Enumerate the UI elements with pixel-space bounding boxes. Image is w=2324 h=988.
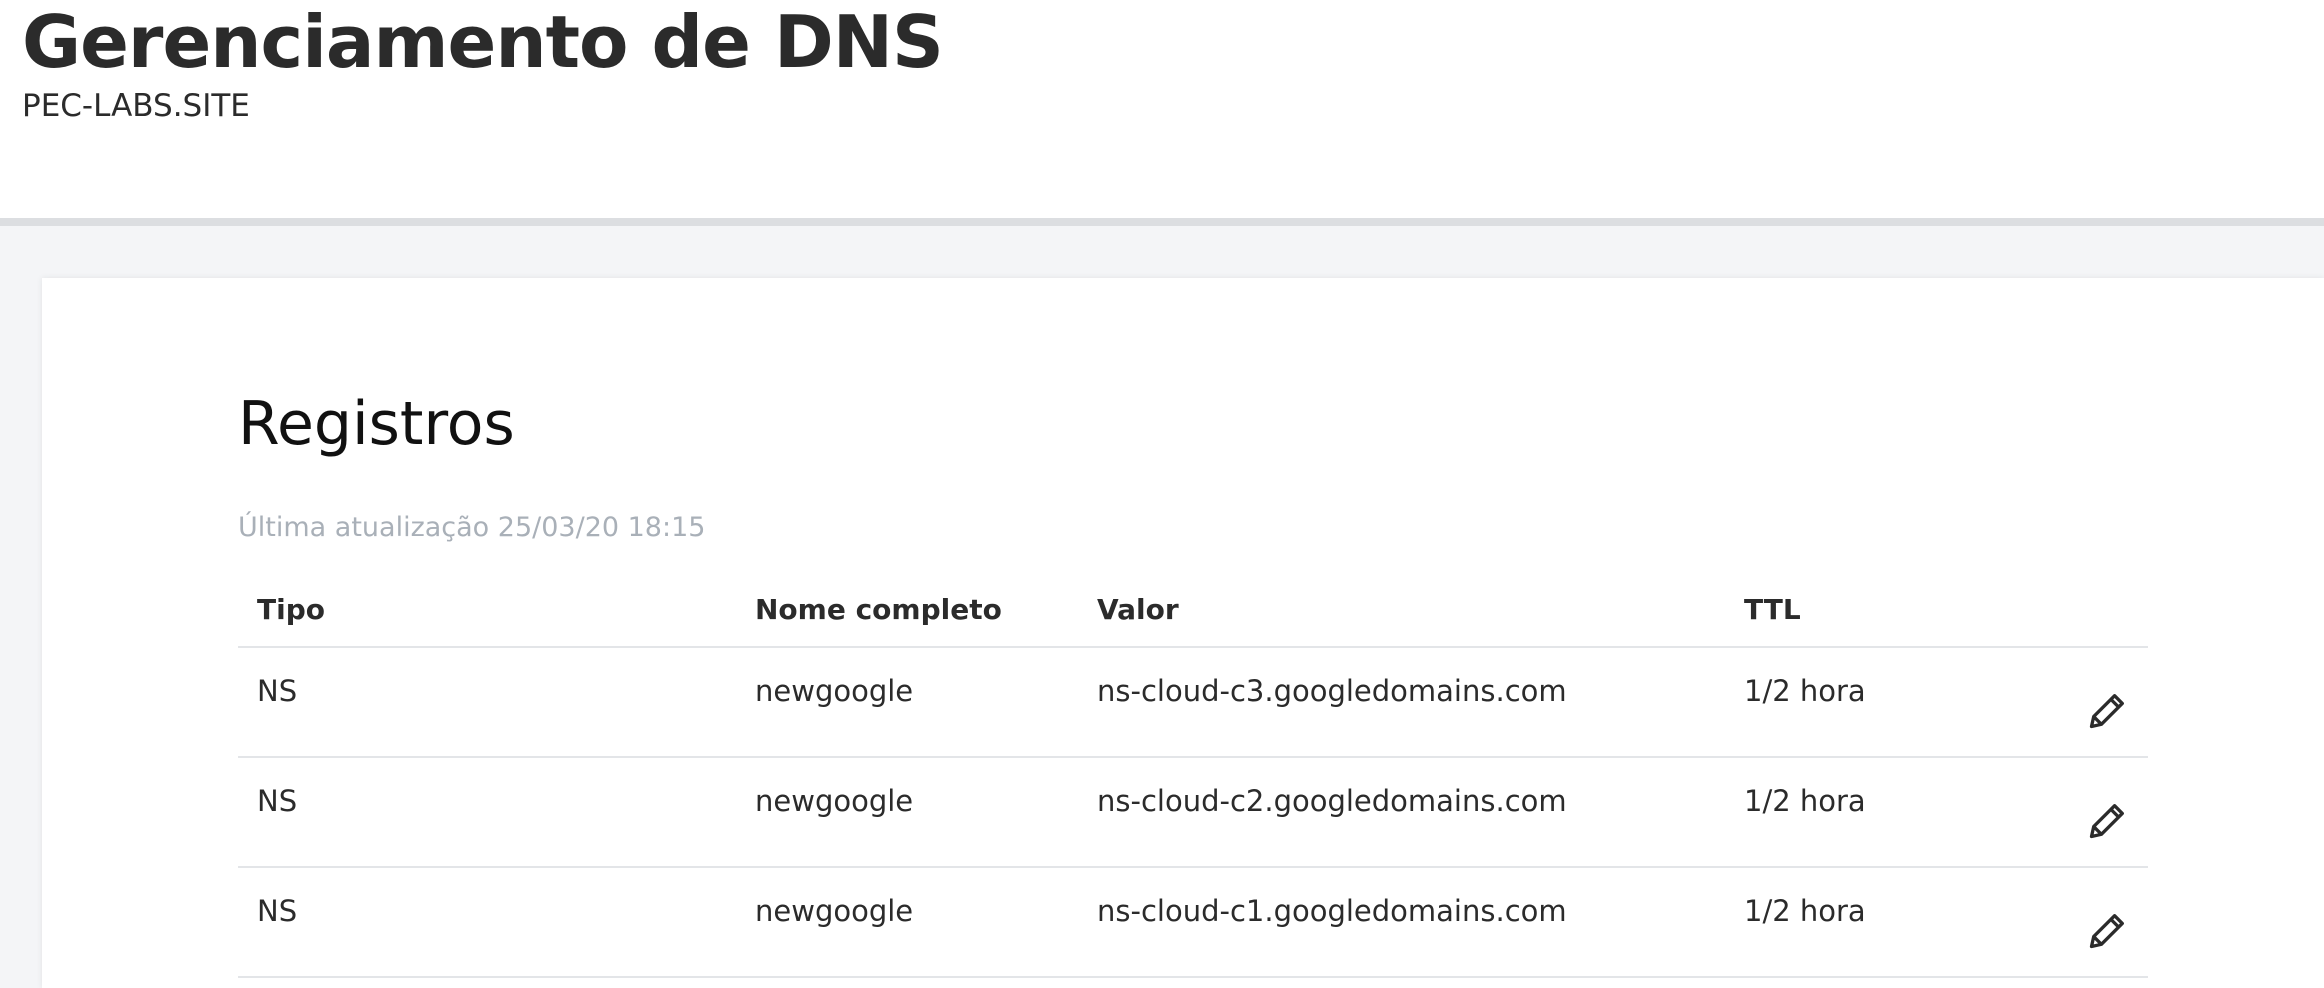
domain-name: PEC-LABS.SITE (22, 88, 250, 124)
edit-record-button[interactable] (2086, 798, 2130, 842)
records-table: Tipo Nome completo Valor TTL NS newgoogl… (238, 578, 2148, 978)
record-value: ns-cloud-c3.googledomains.com (1097, 674, 1567, 708)
table-row: NS newgoogle ns-cloud-c1.googledomains.c… (238, 868, 2148, 978)
edit-record-button[interactable] (2086, 908, 2130, 952)
record-type: NS (257, 784, 298, 818)
table-header: Tipo Nome completo Valor TTL (238, 578, 2148, 648)
page-header: Gerenciamento de DNS PEC-LABS.SITE (0, 0, 2324, 218)
pencil-icon (2089, 694, 2124, 729)
column-header-ttl: TTL (1744, 593, 1801, 626)
record-type: NS (257, 674, 298, 708)
header-divider (0, 218, 2324, 226)
record-value: ns-cloud-c2.googledomains.com (1097, 784, 1567, 818)
record-type: NS (257, 894, 298, 928)
record-name: newgoogle (755, 674, 914, 708)
record-ttl: 1/2 hora (1744, 674, 1866, 708)
last-updated-text: Última atualização 25/03/20 18:15 (238, 512, 706, 543)
table-row: NS newgoogle ns-cloud-c3.googledomains.c… (238, 648, 2148, 758)
record-name: newgoogle (755, 894, 914, 928)
record-name: newgoogle (755, 784, 914, 818)
page-title: Gerenciamento de DNS (22, 0, 944, 84)
column-header-valor: Valor (1097, 593, 1179, 626)
pencil-icon (2089, 914, 2124, 949)
column-header-nome-completo: Nome completo (755, 593, 1002, 626)
record-ttl: 1/2 hora (1744, 894, 1866, 928)
record-ttl: 1/2 hora (1744, 784, 1866, 818)
edit-record-button[interactable] (2086, 688, 2130, 732)
pencil-icon (2089, 804, 2124, 839)
record-value: ns-cloud-c1.googledomains.com (1097, 894, 1567, 928)
column-header-tipo: Tipo (257, 593, 325, 626)
records-title: Registros (238, 389, 515, 459)
table-row: NS newgoogle ns-cloud-c2.googledomains.c… (238, 758, 2148, 868)
